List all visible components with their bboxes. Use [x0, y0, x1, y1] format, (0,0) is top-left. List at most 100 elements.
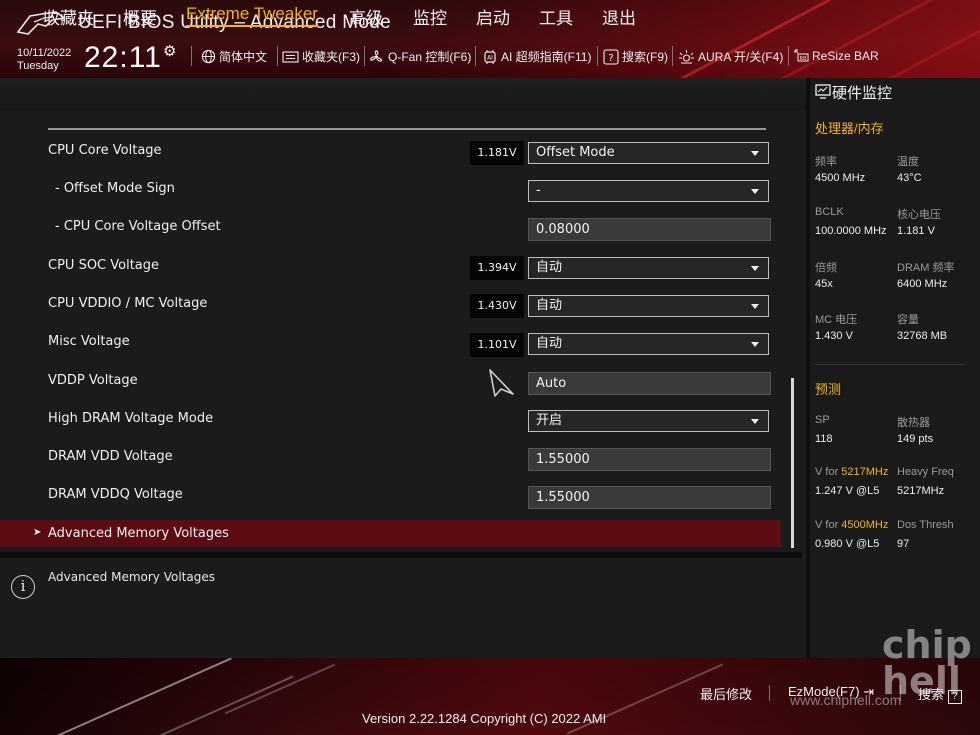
setting-label-offset-mode-sign[interactable]: - Offset Mode Sign — [55, 181, 175, 196]
cpu-soc-voltage-dropdown[interactable]: 自动 — [528, 257, 769, 279]
help-description: Advanced Memory Voltages — [48, 570, 215, 584]
hw-key-ratio: 倍频 — [815, 262, 837, 274]
question-icon: ? — [603, 48, 619, 65]
hw-key-dram-frequency: DRAM 频率 — [897, 262, 955, 274]
setting-label-cpu-vddio-mc-voltage[interactable]: CPU VDDIO / MC Voltage — [48, 296, 207, 311]
dropdown-value: 自动 — [536, 298, 563, 313]
aura-label: AURA 开/关(F4) — [698, 50, 784, 64]
hw-key-mc-voltage: MC 电压 — [815, 314, 858, 326]
chevron-down-icon — [751, 266, 759, 271]
advanced-memory-voltages-submenu[interactable]: ➤ Advanced Memory Voltages — [0, 520, 781, 547]
hw-value-sp: 118 — [815, 433, 833, 445]
v-for-prefix: V for — [815, 466, 842, 478]
setting-label-cpu-core-voltage[interactable]: CPU Core Voltage — [48, 143, 162, 158]
language-button[interactable]: 简体中文 — [201, 48, 267, 65]
vddp-voltage-field[interactable]: Auto — [528, 372, 771, 395]
hw-value-heavy-freq: 5217MHz — [897, 485, 945, 497]
setting-label-cpu-soc-voltage[interactable]: CPU SOC Voltage — [48, 258, 159, 273]
info-icon: i — [11, 575, 35, 599]
toolbar-separator — [788, 46, 789, 66]
setting-label-high-dram-voltage-mode[interactable]: High DRAM Voltage Mode — [48, 411, 213, 426]
setting-label-dram-vdd-voltage[interactable]: DRAM VDD Voltage — [48, 449, 173, 464]
toolbar-separator — [277, 46, 278, 66]
clock-time: 22:11 — [84, 41, 162, 74]
globe-icon — [201, 49, 216, 64]
hw-value-ratio: 45x — [815, 278, 833, 290]
setting-label-misc-voltage[interactable]: Misc Voltage — [48, 334, 130, 349]
tab-extreme-tweaker[interactable]: Extreme Tweaker — [186, 4, 318, 27]
chevron-down-icon — [751, 419, 759, 424]
tab-main[interactable]: 概要 — [123, 4, 157, 29]
toolbar-separator — [597, 46, 598, 66]
favorites-label: 收藏夹(F3) — [302, 50, 360, 64]
chevron-right-icon: ➤ — [33, 527, 42, 538]
cpu-vddio-mc-voltage-dropdown[interactable]: 自动 — [528, 295, 769, 317]
clock-settings-gear-icon[interactable]: ⚙ — [163, 42, 176, 60]
search-label: 搜索(F9) — [622, 50, 668, 64]
settings-scrollbar[interactable] — [791, 378, 794, 548]
hw-value-core-voltage: 1.181 V — [897, 225, 935, 237]
svg-text:RB: RB — [800, 56, 807, 62]
search-button[interactable]: ? 搜索(F9) — [603, 48, 668, 65]
v-for-prefix: V for — [815, 519, 842, 531]
chevron-down-icon — [751, 151, 759, 156]
hw-key-cooler: 散热器 — [897, 417, 930, 429]
current-voltage-readout: 1.430V — [470, 294, 524, 318]
qfan-button[interactable]: Q-Fan 控制(F6) — [368, 48, 471, 65]
tab-boot[interactable]: 启动 — [476, 4, 510, 29]
misc-voltage-dropdown[interactable]: 自动 — [528, 333, 769, 355]
setting-label-cpu-core-voltage-offset[interactable]: - CPU Core Voltage Offset — [55, 219, 221, 234]
high-dram-voltage-mode-dropdown[interactable]: 开启 — [528, 410, 769, 432]
hardware-monitor-title: 硬件监控 — [832, 85, 893, 102]
hw-value-dos-thresh: 97 — [897, 538, 910, 550]
ai-oc-guide-label: AI 超频指南(F11) — [501, 50, 592, 64]
hw-key-bclk: BCLK — [815, 206, 844, 218]
tab-advanced[interactable]: 高级 — [349, 4, 383, 29]
hw-key-core-voltage: 核心电压 — [897, 209, 941, 221]
tab-monitor[interactable]: 监控 — [413, 4, 447, 29]
toolbar-separator — [475, 46, 476, 66]
cpu-core-voltage-offset-field[interactable]: 0.08000 — [528, 218, 771, 241]
watermark-url: www.chiphell.com — [790, 692, 902, 708]
hw-value-temperature: 43°C — [897, 172, 922, 184]
favorites-button[interactable]: 收藏夹(F3) — [282, 48, 360, 65]
hw-key-sp: SP — [815, 414, 830, 426]
aura-toggle-button[interactable]: AURA 开/关(F4) — [678, 48, 783, 65]
hw-key-frequency: 频率 — [815, 156, 837, 168]
dram-vddq-voltage-field[interactable]: 1.55000 — [528, 486, 771, 509]
dropdown-value: - — [536, 183, 541, 198]
offset-mode-sign-dropdown[interactable]: - — [528, 180, 769, 202]
tab-exit[interactable]: 退出 — [602, 4, 636, 29]
hw-value-cooler: 149 pts — [897, 433, 934, 445]
resize-bar-label: ReSize BAR — [812, 49, 879, 63]
toolbar-separator — [672, 46, 673, 66]
dram-vdd-voltage-field[interactable]: 1.55000 — [528, 448, 771, 471]
aura-light-icon — [679, 49, 694, 63]
ai-chip-icon: AI — [484, 49, 496, 64]
version-text: Version 2.22.1284 Copyright (C) 2022 AMI — [362, 711, 607, 726]
footer-separator — [769, 685, 770, 701]
chiphell-watermark-logo: chip hell — [882, 623, 970, 698]
dropdown-value: 自动 — [536, 336, 563, 351]
setting-label-dram-vddq-voltage[interactable]: DRAM VDDQ Voltage — [48, 487, 183, 502]
dropdown-value: 开启 — [536, 413, 563, 428]
cpu-core-voltage-dropdown[interactable]: Offset Mode — [528, 142, 769, 164]
tab-favorites[interactable]: 收藏夹 — [43, 4, 94, 29]
settings-panel — [0, 110, 802, 550]
hw-value-dos-voltage: 0.980 V @L5 — [815, 538, 880, 550]
resize-bar-icon: RB — [794, 49, 809, 62]
current-voltage-readout: 1.394V — [470, 256, 524, 280]
setting-label-vddp-voltage[interactable]: VDDP Voltage — [48, 373, 138, 388]
chevron-down-icon — [751, 189, 759, 194]
svg-text:AI: AI — [487, 54, 493, 61]
last-modified-button[interactable]: 最后修改 — [700, 684, 752, 703]
submenu-label: Advanced Memory Voltages — [48, 526, 229, 541]
dropdown-value: 自动 — [536, 260, 563, 275]
date-display: 10/11/2022 Tuesday — [17, 47, 71, 73]
ai-oc-guide-button[interactable]: AI AI 超频指南(F11) — [482, 48, 591, 65]
hw-key-capacity: 容量 — [897, 314, 919, 326]
resize-bar-button[interactable]: RB ReSize BAR — [793, 48, 879, 64]
date-text: 10/11/2022 — [17, 47, 72, 59]
dropdown-value: Offset Mode — [536, 145, 615, 160]
tab-tool[interactable]: 工具 — [539, 4, 573, 29]
